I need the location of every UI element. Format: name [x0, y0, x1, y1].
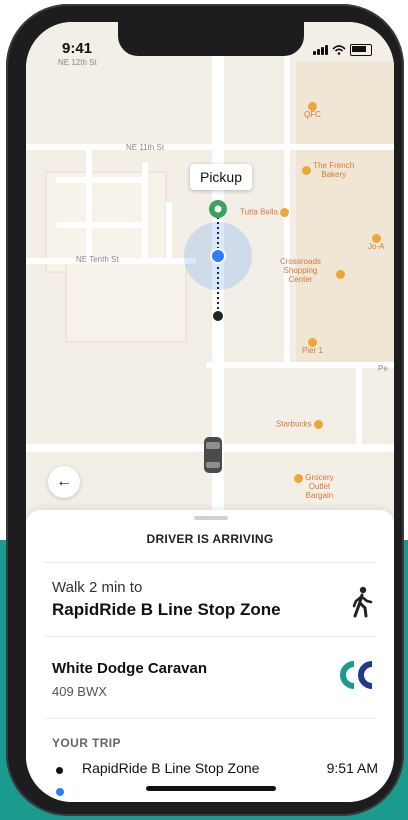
pickup-callout[interactable]: Pickup	[190, 164, 252, 190]
poi-tutta-bella[interactable]: Tutta Bella	[240, 208, 290, 217]
phone-screen: 9:41 NE 12th St NE 11th St NE Tenth St Q…	[26, 22, 394, 802]
poi-crossroads[interactable]: Crossroads Shopping Center	[280, 257, 321, 284]
driver-status-header: DRIVER IS ARRIVING	[146, 532, 274, 546]
walk-icon	[352, 586, 373, 618]
battery-icon	[350, 44, 372, 56]
trip-stop-dot-icon	[56, 767, 63, 774]
status-icons	[313, 44, 372, 56]
poi-pier-1[interactable]: Pier 1	[302, 338, 323, 356]
sheet-grabber[interactable]	[194, 516, 228, 520]
trip-stop-name: RapidRide B Line Stop Zone	[82, 760, 260, 776]
street-label-ne-11th: NE 11th St	[126, 143, 165, 152]
current-location-icon	[210, 248, 226, 264]
wifi-icon	[332, 45, 346, 55]
poi-starbucks[interactable]: Starbucks	[276, 420, 323, 429]
map-view[interactable]: NE 12th St NE 11th St NE Tenth St QFC Th…	[26, 22, 394, 542]
trip-next-dot-icon	[56, 788, 64, 796]
street-label-pe: Pe	[378, 364, 388, 373]
poi-jo-ann[interactable]: Jo-A	[368, 234, 384, 252]
divider	[44, 718, 376, 719]
walk-subtitle: Walk 2 min to	[52, 579, 143, 596]
back-button[interactable]: ←	[48, 466, 80, 498]
walk-destination: RapidRide B Line Stop Zone	[52, 600, 281, 619]
poi-pin-icon	[313, 420, 323, 429]
home-indicator[interactable]	[146, 786, 276, 791]
back-arrow-icon: ←	[56, 473, 72, 490]
poi-pin-icon	[294, 474, 303, 483]
divider	[44, 636, 376, 637]
walk-destination-dot-icon	[213, 311, 223, 321]
poi-pin-icon	[302, 166, 311, 176]
poi-pin-icon	[280, 208, 290, 217]
divider	[44, 562, 376, 563]
car-icon	[204, 437, 222, 473]
vehicle-name: White Dodge Caravan	[52, 660, 208, 677]
phone-frame: 9:41 NE 12th St NE 11th St NE Tenth St Q…	[6, 4, 404, 816]
your-trip-label: YOUR TRIP	[52, 736, 121, 750]
street-label-ne-tenth: NE Tenth St	[76, 255, 119, 264]
signal-icon	[313, 45, 328, 55]
poi-french-bakery[interactable]: The French Bakery	[302, 161, 354, 180]
poi-pin-icon	[336, 270, 345, 279]
company-logo	[340, 661, 373, 689]
poi-qfc[interactable]: QFC	[304, 102, 321, 120]
street-label-ne-12th: NE 12th St	[58, 58, 97, 67]
status-time: 9:41	[62, 40, 93, 57]
trip-stop-time: 9:51 AM	[326, 760, 378, 776]
poi-grocery-outlet[interactable]: Grocery Outlet Bargain	[294, 473, 334, 500]
pickup-pin-icon[interactable]	[207, 198, 229, 220]
ride-details-sheet: DRIVER IS ARRIVING Walk 2 min to RapidRi…	[26, 510, 394, 802]
license-plate: 409 BWX	[52, 684, 107, 699]
notch	[118, 22, 304, 56]
